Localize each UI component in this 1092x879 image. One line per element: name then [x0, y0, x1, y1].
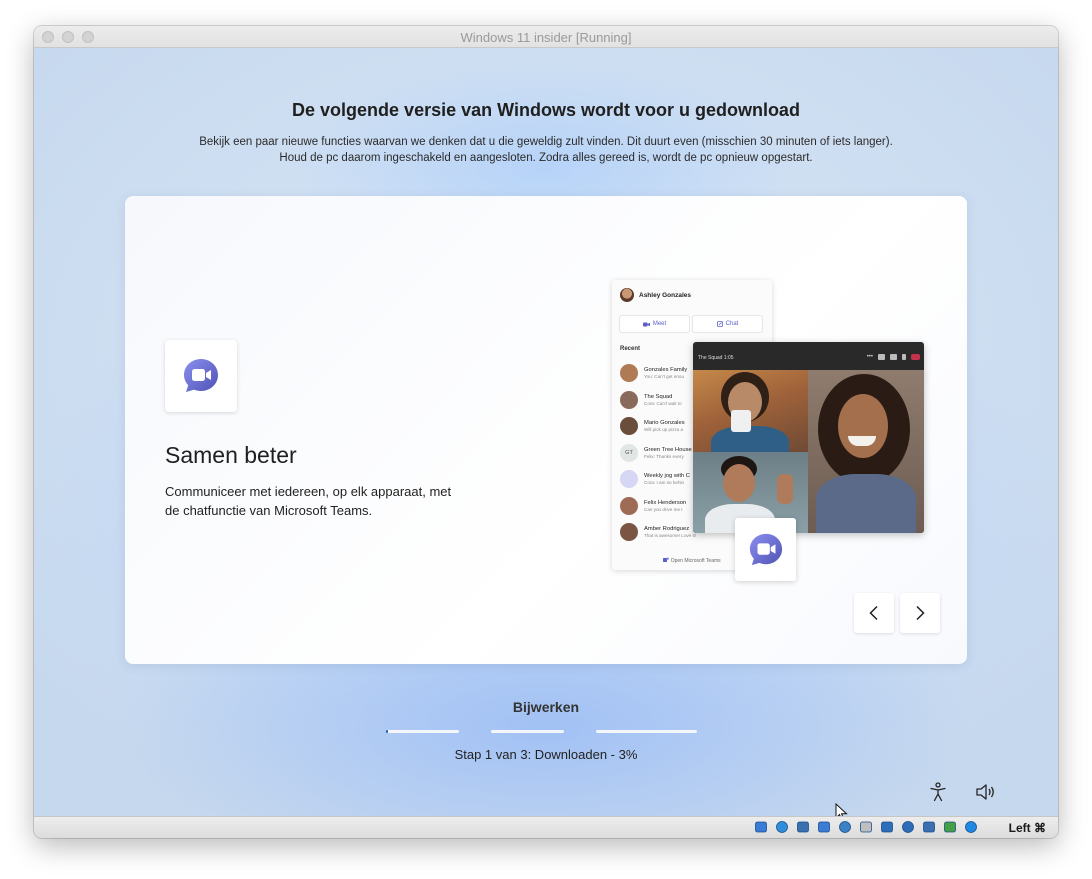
host-key-indicator: Left ⌘: [1008, 821, 1046, 835]
window-title: Windows 11 insider [Running]: [460, 30, 632, 45]
accessibility-icon: [930, 782, 946, 802]
progress-fill: [386, 730, 389, 733]
optical-disk-icon[interactable]: [773, 819, 791, 835]
chevron-left-icon: [869, 605, 878, 621]
feature-icon-tile: [165, 340, 237, 412]
mouse-integration-icon[interactable]: [962, 819, 980, 835]
chat-panel-header: Ashley Gonzales: [620, 287, 691, 303]
chat-tab: Chat: [693, 316, 762, 332]
teams-chat-icon: [749, 533, 782, 565]
chat-message-preview: Can you drive me t: [644, 506, 683, 512]
chat-contact-name: Green Tree House: [644, 446, 692, 453]
title-bar: Windows 11 insider [Running]: [34, 26, 1058, 48]
chat-message-preview: That is awesome! Love it!: [644, 533, 697, 539]
device-status-icons: [752, 819, 980, 835]
shared-folder-icon[interactable]: [857, 819, 875, 835]
audio-icon[interactable]: [794, 819, 812, 835]
video-camera-icon: [642, 322, 650, 326]
feature-card: Samen beter Communiceer met iedereen, op…: [125, 196, 967, 664]
microphone-icon: [902, 354, 906, 360]
setup-heading: De volgende versie van Windows wordt voo…: [292, 100, 800, 120]
progress-segment: [596, 730, 697, 733]
chat-tabs: Meet Chat: [620, 316, 762, 332]
video-participant-tile: [693, 370, 808, 452]
chat-message-preview: Will pick up pizza a: [644, 427, 684, 433]
teams-app-badge: [735, 518, 796, 581]
avatar: [620, 523, 638, 542]
progress-step-text: Stap 1 van 3: Downloaden - 3%: [454, 747, 638, 762]
chat-message-preview: You: Can't get enou: [644, 374, 685, 380]
video-participant-tile: [808, 370, 924, 533]
progress-segment: [491, 730, 564, 733]
chat-contact-name: Felix Henderson: [644, 499, 687, 506]
chat-contact-name: Amber Rodriguez: [644, 526, 690, 533]
volume-button[interactable]: [975, 781, 997, 803]
chat-contact-name: Weekly jog with C: [644, 473, 690, 480]
participants-icon: [878, 354, 885, 360]
recent-label: Recent: [620, 346, 641, 352]
meet-tab: Meet: [620, 316, 689, 332]
disk-icon[interactable]: [752, 819, 770, 835]
progress-title: Bijwerken: [512, 699, 580, 715]
teams-video-call-window: The Squad 1:05 •••: [693, 342, 924, 533]
feature-description: Communiceer met iedereen, op elk apparaa…: [165, 484, 452, 518]
avatar: [620, 364, 638, 383]
teams-logo-icon: [663, 557, 670, 562]
virtualbox-window: Windows 11 insider [Running] De volgende…: [34, 26, 1058, 838]
vm-screen: De volgende versie van Windows wordt voo…: [34, 48, 1058, 816]
avatar: GT: [620, 443, 638, 462]
call-controls: •••: [867, 354, 920, 360]
avatar: [620, 496, 638, 515]
accessibility-button[interactable]: [927, 781, 949, 803]
cpu-icon[interactable]: [920, 819, 938, 835]
avatar: [620, 288, 634, 302]
chat-message-preview: Cora: I am so behin: [644, 480, 685, 486]
network-icon[interactable]: [815, 819, 833, 835]
chat-message-preview: Felix: Thanks every: [644, 453, 684, 459]
progress-segment: [386, 730, 459, 733]
virtualbox-status-bar: Left ⌘: [34, 816, 1058, 838]
teams-chat-icon: [184, 359, 218, 392]
mouse-cursor-icon: [835, 803, 848, 816]
chat-user-name: Ashley Gonzales: [639, 291, 692, 299]
avatar: [620, 417, 638, 436]
video-call-bar: The Squad 1:05 •••: [693, 350, 924, 368]
avatar: [620, 470, 638, 489]
chat-contact-name: Mario Gonzales: [644, 420, 685, 427]
video-call-title: The Squad 1:05: [698, 355, 734, 361]
previous-button[interactable]: [854, 593, 894, 633]
chevron-right-icon: [916, 605, 925, 621]
next-button[interactable]: [900, 593, 940, 633]
compose-icon: [716, 321, 723, 327]
guest-additions-icon[interactable]: [941, 819, 959, 835]
more-options-icon: •••: [866, 354, 873, 360]
setup-subtext: Bekijk een paar nieuwe functies waarvan …: [199, 136, 893, 164]
recording-icon[interactable]: [899, 819, 917, 835]
hang-up-icon: [911, 354, 920, 360]
display-icon[interactable]: [878, 819, 896, 835]
camera-icon: [890, 354, 897, 360]
chat-contact-name: Gonzales Family: [644, 367, 688, 374]
chat-contact-name: The Squad: [644, 393, 673, 400]
volume-icon: [976, 784, 994, 800]
chat-message-preview: Cora: Can't wait to: [644, 400, 682, 406]
usb-icon[interactable]: [836, 819, 854, 835]
feature-title: Samen beter: [165, 442, 297, 468]
avatar: [620, 390, 638, 409]
